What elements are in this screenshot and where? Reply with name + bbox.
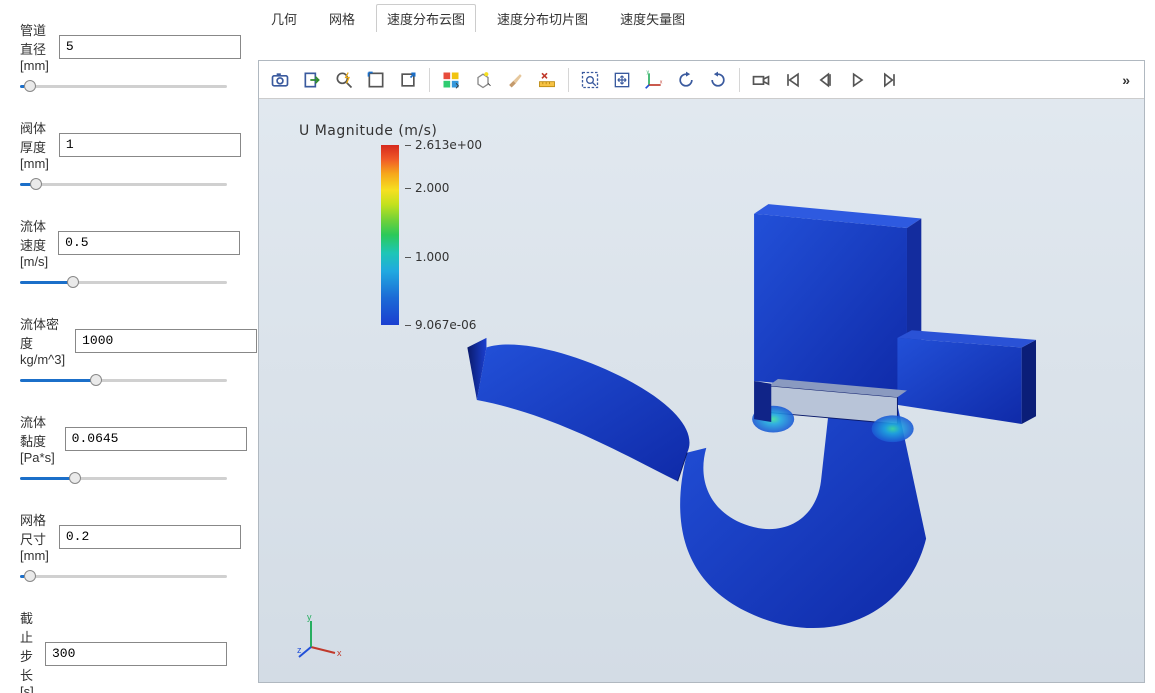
box-light-icon[interactable] bbox=[468, 66, 498, 94]
param-slider-2[interactable] bbox=[20, 275, 227, 289]
brush-icon[interactable] bbox=[500, 66, 530, 94]
skip-start-icon[interactable] bbox=[778, 66, 808, 94]
param-label: 阀体厚度[mm] bbox=[20, 118, 49, 171]
param-label: 管道直径[mm] bbox=[20, 20, 49, 73]
param-slider-4[interactable] bbox=[20, 471, 227, 485]
step-forward-icon[interactable] bbox=[874, 66, 904, 94]
param-label: 流体密度kg/m^3] bbox=[20, 314, 65, 367]
param-slider-5[interactable] bbox=[20, 569, 227, 583]
rotate-ccw-icon[interactable] bbox=[671, 66, 701, 94]
main-area: 几何网格速度分布云图速度分布切片图速度矢量图 yx» bbox=[248, 0, 1155, 693]
viewer-toolbar: yx » bbox=[259, 61, 1144, 99]
ruler-x-icon[interactable] bbox=[532, 66, 562, 94]
param-input-2[interactable] bbox=[58, 231, 240, 255]
tab-4[interactable]: 速度矢量图 bbox=[609, 4, 696, 32]
legend-title: U Magnitude (m/s) bbox=[299, 123, 485, 139]
svg-text:x: x bbox=[660, 79, 663, 85]
legend-tick: 2.000 bbox=[405, 181, 449, 195]
parameter-sidebar: 管道直径[mm] 阀体厚度[mm] 流体速度[m/s] 流体密度kg/m^3] 流体黏度… bbox=[0, 0, 248, 693]
video-camera-icon[interactable] bbox=[746, 66, 776, 94]
rotate-cw-icon[interactable] bbox=[703, 66, 733, 94]
color-legend: U Magnitude (m/s) 2.613e+002.0001.0009.0… bbox=[299, 123, 485, 325]
param-input-4[interactable] bbox=[65, 427, 247, 451]
param-slider-0[interactable] bbox=[20, 79, 227, 93]
param-label: 流体速度[m/s] bbox=[20, 216, 48, 269]
export-icon[interactable] bbox=[297, 66, 327, 94]
tab-bar: 几何网格速度分布云图速度分布切片图速度矢量图 bbox=[248, 0, 1155, 32]
param-input-3[interactable] bbox=[75, 329, 257, 353]
param-label: 截止步长[s] bbox=[20, 608, 35, 693]
color-cubes-icon[interactable] bbox=[436, 66, 466, 94]
toolbar-separator bbox=[739, 68, 740, 92]
svg-text:x: x bbox=[337, 648, 342, 658]
select-box-icon[interactable] bbox=[361, 66, 391, 94]
param-slider-3[interactable] bbox=[20, 373, 227, 387]
legend-tick: 2.613e+00 bbox=[405, 138, 482, 152]
param-label: 网格尺寸[mm] bbox=[20, 510, 49, 563]
param-input-6[interactable] bbox=[45, 642, 227, 666]
legend-tick: 1.000 bbox=[405, 250, 449, 264]
param-input-0[interactable] bbox=[59, 35, 241, 59]
toolbar-overflow[interactable]: » bbox=[1114, 72, 1138, 88]
param-input-5[interactable] bbox=[59, 525, 241, 549]
zoom-lightning-icon[interactable] bbox=[329, 66, 359, 94]
tab-0[interactable]: 几何 bbox=[260, 4, 308, 32]
axes-icon[interactable]: yx bbox=[639, 66, 669, 94]
toolbar-separator bbox=[429, 68, 430, 92]
legend-tick: 9.067e-06 bbox=[405, 318, 476, 332]
svg-text:y: y bbox=[307, 613, 312, 622]
legend-color-bar bbox=[381, 145, 399, 325]
tab-3[interactable]: 速度分布切片图 bbox=[486, 4, 599, 32]
svg-text:z: z bbox=[297, 645, 302, 655]
tab-2[interactable]: 速度分布云图 bbox=[376, 4, 476, 32]
param-slider-1[interactable] bbox=[20, 177, 227, 191]
toolbar-separator bbox=[568, 68, 569, 92]
step-back-icon[interactable] bbox=[810, 66, 840, 94]
play-icon[interactable] bbox=[842, 66, 872, 94]
param-label: 流体黏度[Pa*s] bbox=[20, 412, 55, 465]
axes-triad: x y z bbox=[297, 613, 343, 662]
camera-icon[interactable] bbox=[265, 66, 295, 94]
tab-1[interactable]: 网格 bbox=[318, 4, 366, 32]
viewer-3d[interactable]: yx» bbox=[258, 60, 1145, 683]
pan-icon[interactable] bbox=[607, 66, 637, 94]
marquee-zoom-icon[interactable] bbox=[575, 66, 605, 94]
param-input-1[interactable] bbox=[59, 133, 241, 157]
fit-window-icon[interactable] bbox=[393, 66, 423, 94]
